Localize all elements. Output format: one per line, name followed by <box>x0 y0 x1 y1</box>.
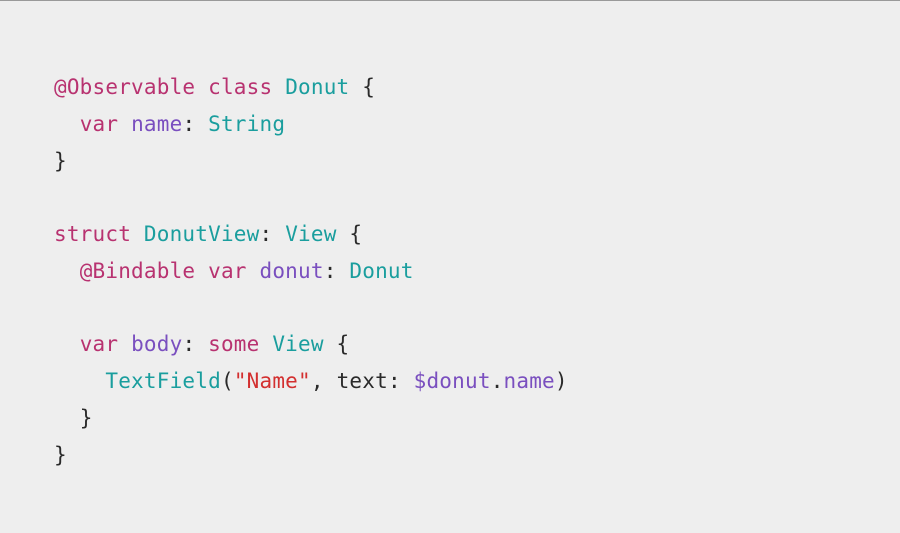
colon: : <box>260 222 286 246</box>
indent <box>54 332 80 356</box>
type-token: DonutView <box>144 222 260 246</box>
binding-token: $donut <box>414 369 491 393</box>
keyword-struct: struct <box>54 222 131 246</box>
code-line-3: } <box>54 149 67 173</box>
identifier-token: donut <box>260 259 324 283</box>
code-line-2: var name: String <box>54 112 285 136</box>
indent <box>54 406 80 430</box>
paren: ) <box>555 369 568 393</box>
code-block: @Observable class Donut { var name: Stri… <box>54 69 846 473</box>
colon: : <box>182 332 208 356</box>
attribute-token: @Bindable <box>80 259 196 283</box>
arg-label: text <box>337 369 388 393</box>
brace: { <box>337 222 363 246</box>
comma: , <box>311 369 337 393</box>
brace: } <box>80 406 93 430</box>
code-line-9: TextField("Name", text: $donut.name) <box>54 369 568 393</box>
colon: : <box>388 369 414 393</box>
code-line-11: } <box>54 443 67 467</box>
code-line-6: @Bindable var donut: Donut <box>54 259 414 283</box>
brace: } <box>54 443 67 467</box>
keyword-class: class <box>208 75 272 99</box>
indent <box>54 369 105 393</box>
code-line-8: var body: some View { <box>54 332 349 356</box>
type-token: View <box>285 222 336 246</box>
string-token: "Name" <box>234 369 311 393</box>
dot: . <box>491 369 504 393</box>
type-token: Donut <box>285 75 349 99</box>
colon: : <box>324 259 350 283</box>
identifier-token: name <box>131 112 182 136</box>
function-token: TextField <box>105 369 221 393</box>
indent <box>54 259 80 283</box>
type-token: Donut <box>349 259 413 283</box>
keyword-some: some <box>208 332 259 356</box>
brace: { <box>324 332 350 356</box>
identifier-token: body <box>131 332 182 356</box>
code-line-1: @Observable class Donut { <box>54 75 375 99</box>
paren: ( <box>221 369 234 393</box>
indent <box>54 112 80 136</box>
brace: { <box>349 75 375 99</box>
code-line-5: struct DonutView: View { <box>54 222 362 246</box>
colon: : <box>182 112 208 136</box>
keyword-var: var <box>208 259 247 283</box>
brace: } <box>54 149 67 173</box>
attribute-token: @Observable <box>54 75 195 99</box>
code-line-10: } <box>54 406 93 430</box>
keyword-var: var <box>80 112 119 136</box>
type-token: View <box>272 332 323 356</box>
type-token: String <box>208 112 285 136</box>
keyword-var: var <box>80 332 119 356</box>
member-token: name <box>504 369 555 393</box>
